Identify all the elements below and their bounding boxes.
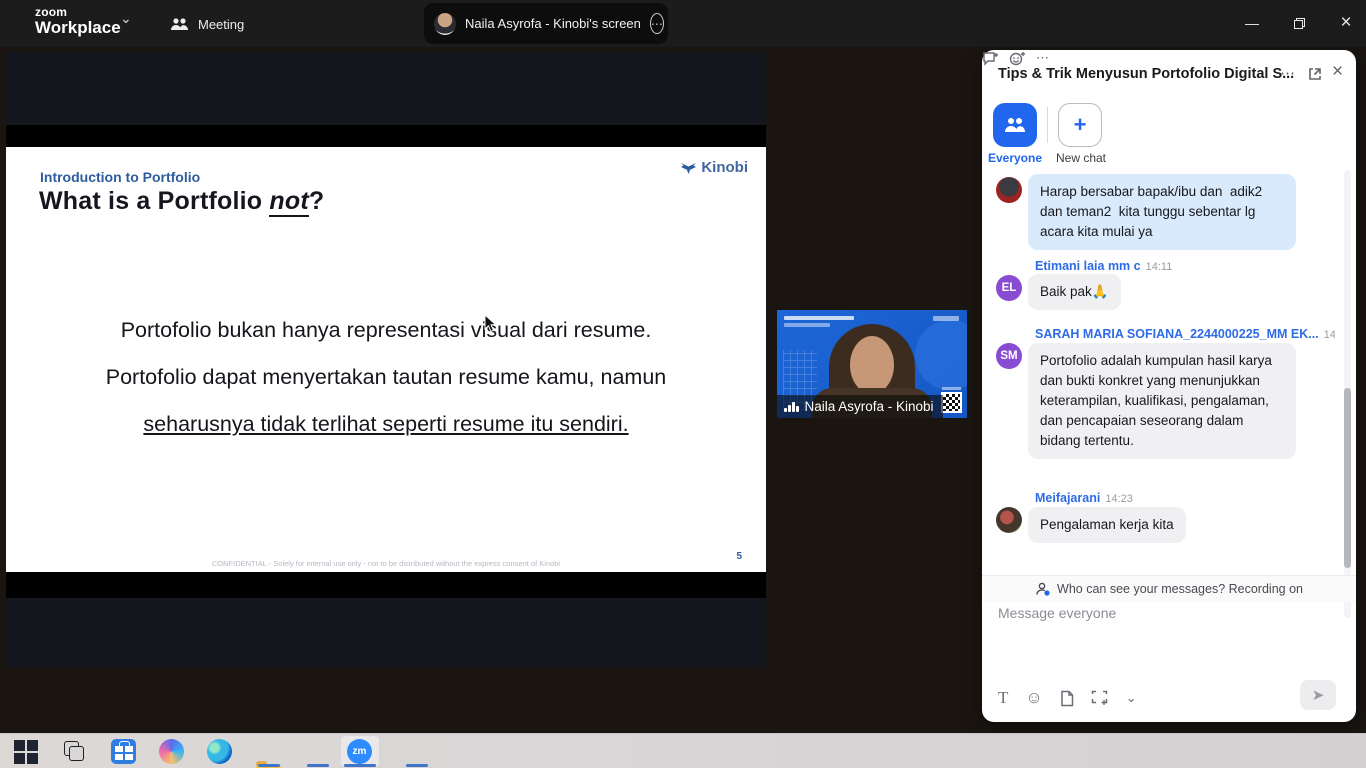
chat-close-icon[interactable]: ×	[1332, 61, 1343, 83]
message-author-row: Meifajarani 14:23	[1035, 491, 1133, 505]
privacy-note[interactable]: Who can see your messages? Recording on	[982, 575, 1356, 602]
chevron-down-icon[interactable]: ⌄	[1126, 690, 1137, 706]
slide-body-line: Portofolio bukan hanya representasi visu…	[6, 307, 766, 354]
new-chat-label: New chat	[1049, 151, 1113, 165]
audio-signal-icon	[784, 402, 799, 412]
avatar: SM	[996, 343, 1022, 369]
slide-title-emphasis: not	[269, 187, 308, 217]
slide-body: Portofolio bukan hanya representasi visu…	[6, 307, 766, 448]
format-text-icon[interactable]: T	[998, 688, 1008, 708]
message-input[interactable]	[998, 605, 1328, 675]
participant-name-overlay: Naila Asyrofa - Kinobi	[777, 395, 943, 418]
tab-shared-screen[interactable]: Naila Asyrofa - Kinobi's screen ⋯	[424, 3, 668, 44]
message-time: 14:23	[1324, 329, 1335, 341]
running-indicator	[258, 764, 280, 767]
slide-letterbox-top	[6, 125, 766, 147]
chevron-down-icon[interactable]: ⌄	[120, 10, 132, 27]
who-can-see-icon	[1035, 582, 1051, 596]
message-author-row: SARAH MARIA SOFIANA_2244000225_MM EK... 1…	[1035, 327, 1335, 341]
tab-meeting[interactable]: Meeting	[170, 10, 244, 38]
slide-footer-confidential: CONFIDENTIAL - Solely for internal use o…	[6, 559, 766, 568]
speaker-video-thumbnail[interactable]: Naila Asyrofa - Kinobi	[777, 310, 967, 418]
quote-reply-icon[interactable]	[982, 51, 999, 66]
message-author: Etimani laia mm c	[1035, 259, 1141, 273]
shared-screen-viewport: Introduction to Portfolio What is a Port…	[6, 52, 766, 667]
avatar	[434, 13, 456, 35]
message-time: 14:11	[1146, 261, 1173, 273]
message-more-icon[interactable]: ⋯	[1036, 50, 1050, 66]
restore-button[interactable]	[1284, 12, 1314, 34]
running-indicator	[307, 764, 329, 767]
message-time: 14:23	[1105, 493, 1133, 505]
message-author-row: Etimani laia mm c 14:11	[1035, 259, 1172, 273]
tab-everyone-label: Everyone	[983, 151, 1047, 165]
zoom-workplace-logo: zoom Workplace	[35, 6, 121, 36]
presentation-slide: Introduction to Portfolio What is a Port…	[6, 147, 766, 572]
zoom-app-icon[interactable]: zm	[347, 739, 372, 764]
zoom-titlebar: zoom Workplace ⌄ Meeting Naila Asyrofa -…	[0, 0, 1366, 47]
avatar	[996, 507, 1022, 533]
tab-shared-screen-label: Naila Asyrofa - Kinobi's screen	[465, 16, 641, 31]
slide-page-number: 5	[736, 551, 742, 562]
kinobi-logo: Kinobi	[680, 159, 748, 176]
start-button[interactable]	[14, 739, 39, 764]
minimize-button[interactable]: —	[1237, 12, 1267, 34]
screenshot-icon[interactable]	[1091, 690, 1109, 706]
message-author: Meifajarani	[1035, 491, 1100, 505]
video-bg-decoration	[915, 320, 967, 390]
slide-body-line: Portofolio dapat menyertakan tautan resu…	[6, 354, 766, 401]
chat-title: Tips & Trik Menyusun Portofolio Digital …	[998, 66, 1294, 82]
new-chat-button[interactable]: +	[1058, 103, 1102, 147]
chat-panel: Tips & Trik Menyusun Portofolio Digital …	[982, 50, 1356, 722]
tab-options-icon[interactable]: ⋯	[650, 13, 664, 34]
tab-divider	[1047, 107, 1048, 143]
chat-message-bubble: Pengalaman kerja kita	[1028, 507, 1186, 543]
video-overlay-caption	[784, 316, 854, 330]
chat-more-icon[interactable]: ⋯	[1280, 64, 1295, 82]
everyone-people-icon	[1004, 116, 1026, 134]
chat-toolbar: T ☺ ⌄ ➤	[998, 682, 1340, 714]
slide-letterbox-bottom	[6, 572, 766, 598]
participant-name: Naila Asyrofa - Kinobi	[805, 399, 934, 414]
emoji-picker-icon[interactable]: ☺	[1025, 688, 1042, 708]
video-overlay-logo	[933, 316, 959, 321]
emoji-reaction-icon[interactable]	[1009, 51, 1026, 66]
running-indicator-active	[344, 764, 376, 767]
pop-out-icon[interactable]	[1308, 67, 1322, 81]
copilot-icon[interactable]	[159, 739, 184, 764]
task-view-button[interactable]	[62, 739, 87, 764]
send-button[interactable]: ➤	[1300, 680, 1336, 710]
windows-taskbar: zm 4 32°C Berawan 14:25 26/09/2025 3	[0, 733, 1366, 768]
edge-browser-icon[interactable]	[207, 739, 232, 764]
tab-meeting-label: Meeting	[198, 17, 244, 32]
avatar	[996, 177, 1022, 203]
chat-message-bubble: Harap bersabar bapak/ibu dan adik2 dan t…	[1028, 174, 1296, 250]
qr-code	[941, 392, 962, 413]
slide-title: What is a Portfolio not?	[39, 187, 324, 216]
people-icon	[170, 17, 189, 32]
tab-everyone[interactable]	[993, 103, 1037, 147]
kinobi-logo-icon	[680, 161, 697, 175]
avatar: EL	[996, 275, 1022, 301]
microsoft-store-icon[interactable]	[111, 739, 136, 764]
slide-body-line: seharusnya tidak terlihat seperti resume…	[6, 401, 766, 448]
message-author: SARAH MARIA SOFIANA_2244000225_MM EK...	[1035, 327, 1319, 341]
slide-eyebrow: Introduction to Portfolio	[40, 169, 200, 185]
close-button[interactable]: ×	[1331, 12, 1361, 34]
running-indicator	[406, 764, 428, 767]
message-actions: ⋯	[982, 50, 1356, 66]
chat-scrollbar-thumb[interactable]	[1344, 388, 1351, 568]
mouse-cursor-icon	[484, 314, 497, 333]
chat-message-bubble: Baik pak🙏	[1028, 274, 1121, 310]
chat-message-bubble: Portofolio adalah kumpulan hasil karya d…	[1028, 343, 1296, 459]
restore-icon	[1294, 18, 1305, 29]
attach-file-icon[interactable]	[1060, 690, 1074, 707]
qr-caption	[942, 387, 961, 390]
kinobi-logo-text: Kinobi	[701, 159, 748, 176]
